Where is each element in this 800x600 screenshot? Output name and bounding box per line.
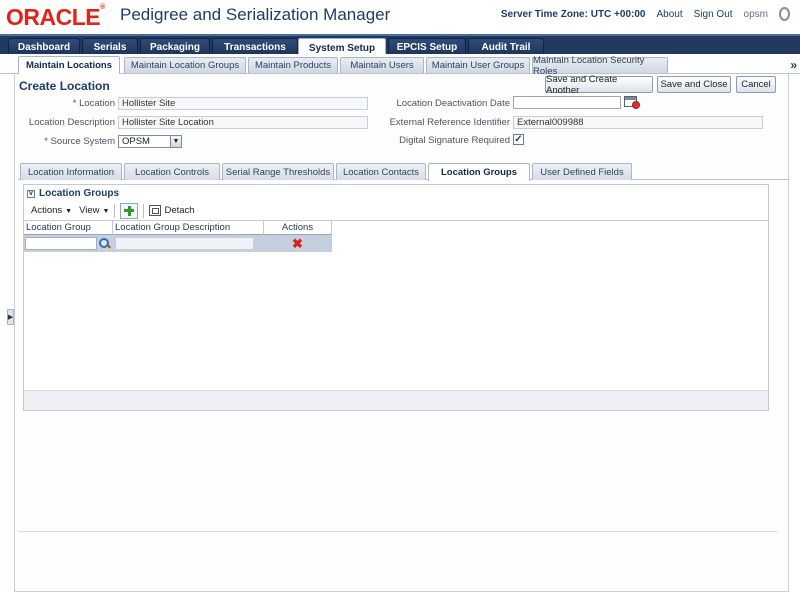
- more-tabs-chevron-icon[interactable]: »: [790, 58, 797, 72]
- sign-out-link[interactable]: Sign Out: [694, 9, 733, 20]
- logo-text: ORACLE: [6, 4, 101, 30]
- oracle-ring-icon: [779, 7, 790, 21]
- source-system-label: * Source System: [44, 136, 115, 147]
- tab-location-information[interactable]: Location Information: [20, 163, 122, 180]
- toolbar-divider: [114, 203, 116, 218]
- column-header-location-group[interactable]: Location Group: [24, 221, 113, 235]
- detach-icon[interactable]: [149, 205, 162, 216]
- save-and-create-another-button[interactable]: Save and Create Another: [545, 74, 653, 96]
- tab-location-groups[interactable]: Location Groups: [428, 163, 530, 181]
- actions-menu-label: Actions: [31, 205, 63, 216]
- subtab-maintain-users[interactable]: Maintain Users: [340, 57, 424, 73]
- header-links: Server Time Zone: UTC +00:00 About Sign …: [501, 7, 790, 21]
- cancel-button[interactable]: Cancel: [736, 76, 776, 93]
- external-reference-label: External Reference Identifier: [389, 117, 510, 128]
- column-header-actions: Actions: [264, 221, 332, 235]
- location-description-label: Location Description: [28, 117, 115, 128]
- subtab-maintain-location-groups[interactable]: Maintain Location Groups: [124, 57, 246, 73]
- view-menu-label: View: [79, 205, 100, 216]
- tab-user-defined-fields[interactable]: User Defined Fields: [532, 163, 632, 180]
- delete-icon[interactable]: ✖: [292, 237, 303, 250]
- about-link[interactable]: About: [656, 9, 682, 20]
- location-description-field[interactable]: Hollister Site Location: [118, 116, 368, 129]
- main-navigation: Dashboard Serials Packaging Transactions…: [0, 34, 800, 57]
- digital-signature-label: Digital Signature Required: [399, 135, 510, 146]
- column-header-location-group-description[interactable]: Location Group Description: [113, 221, 264, 235]
- chevron-down-icon[interactable]: ▼: [170, 136, 181, 147]
- panel-title: Location Groups: [39, 188, 119, 199]
- search-icon[interactable]: [98, 237, 112, 250]
- view-menu[interactable]: View ▼: [79, 205, 109, 216]
- location-detail-tabs: Location Information Location Controls S…: [18, 163, 789, 181]
- external-reference-field[interactable]: External009988: [513, 116, 763, 129]
- detach-button-label[interactable]: Detach: [164, 205, 194, 216]
- source-system-select[interactable]: OPSM ▼: [118, 135, 182, 148]
- chevron-down-icon: ▼: [65, 208, 73, 215]
- location-groups-header: v Location Groups: [27, 188, 119, 199]
- digital-signature-checkbox[interactable]: ✓: [513, 134, 524, 145]
- location-group-description-field: [115, 237, 254, 250]
- chevron-down-icon: ▼: [102, 208, 110, 215]
- divider: [18, 531, 777, 532]
- calendar-icon[interactable]: [624, 96, 640, 109]
- collapse-icon[interactable]: v: [27, 189, 35, 198]
- panel-toolbar: Actions ▼ View ▼ Detach: [24, 201, 195, 220]
- toolbar-divider: [143, 203, 145, 218]
- deactivation-date-label: Location Deactivation Date: [396, 98, 510, 109]
- save-and-close-button[interactable]: Save and Close: [657, 76, 731, 93]
- tab-location-controls[interactable]: Location Controls: [124, 163, 220, 180]
- user-name: opsm: [743, 8, 768, 20]
- oracle-logo: ORACLE®: [6, 4, 105, 31]
- location-group-input[interactable]: [25, 237, 97, 250]
- source-system-value: OPSM: [122, 136, 150, 147]
- deactivation-date-field[interactable]: [513, 96, 621, 109]
- location-label: * Location: [72, 98, 115, 109]
- sub-navigation: Maintain Locations Maintain Location Gro…: [0, 54, 800, 77]
- table-footer: [24, 390, 768, 410]
- app-title: Pedigree and Serialization Manager: [120, 5, 391, 24]
- location-field[interactable]: Hollister Site: [118, 97, 368, 110]
- actions-menu[interactable]: Actions ▼: [31, 205, 72, 216]
- logo-registered-mark: ®: [100, 4, 105, 11]
- tab-serial-range-thresholds[interactable]: Serial Range Thresholds: [222, 163, 334, 180]
- tab-location-contacts[interactable]: Location Contacts: [336, 163, 426, 180]
- subtab-maintain-locations[interactable]: Maintain Locations: [18, 56, 120, 74]
- subtab-maintain-products[interactable]: Maintain Products: [248, 57, 338, 73]
- server-time-zone: Server Time Zone: UTC +00:00: [500, 8, 646, 20]
- page-title: Create Location: [19, 79, 110, 93]
- subtab-maintain-user-groups[interactable]: Maintain User Groups: [426, 57, 530, 73]
- add-row-icon[interactable]: [120, 202, 139, 219]
- subtab-maintain-location-security-roles[interactable]: Maintain Location Security Roles: [532, 55, 668, 77]
- app-header: ORACLE® Pedigree and Serialization Manag…: [0, 0, 800, 34]
- expand-panel-handle-icon[interactable]: ▶: [7, 309, 14, 325]
